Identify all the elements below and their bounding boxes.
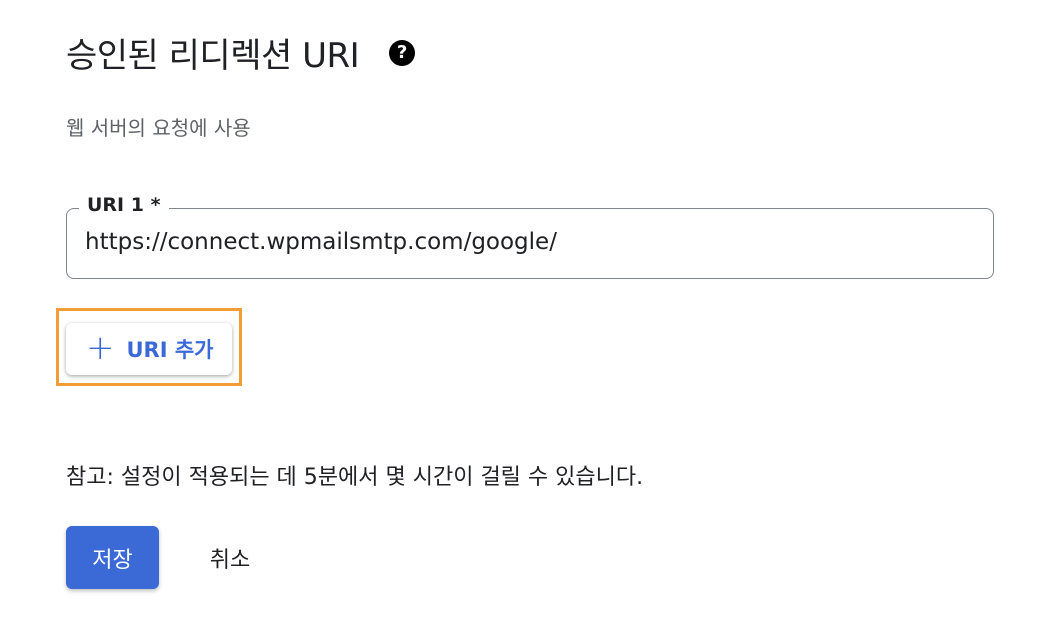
cancel-button[interactable]: 취소	[190, 526, 270, 589]
uri-field-label: URI 1 *	[79, 194, 169, 216]
help-icon[interactable]: ?	[389, 39, 416, 66]
redirect-uri-section: 승인된 리디렉션 URI ? 웹 서버의 요청에 사용 URI 1 * + UR…	[0, 0, 1064, 642]
save-button[interactable]: 저장	[66, 526, 159, 589]
page-title: 승인된 리디렉션 URI	[66, 36, 360, 76]
section-description: 웹 서버의 요청에 사용	[66, 116, 251, 140]
add-uri-button[interactable]: + URI 추가	[66, 323, 232, 375]
add-uri-label: URI 추가	[126, 338, 214, 362]
title-row: 승인된 리디렉션 URI ?	[66, 28, 416, 77]
note-text: 참고: 설정이 적용되는 데 5분에서 몇 시간이 걸릴 수 있습니다.	[66, 465, 644, 490]
plus-icon: +	[86, 327, 115, 368]
uri-input[interactable]	[85, 229, 975, 255]
uri-field: URI 1 *	[66, 194, 994, 279]
